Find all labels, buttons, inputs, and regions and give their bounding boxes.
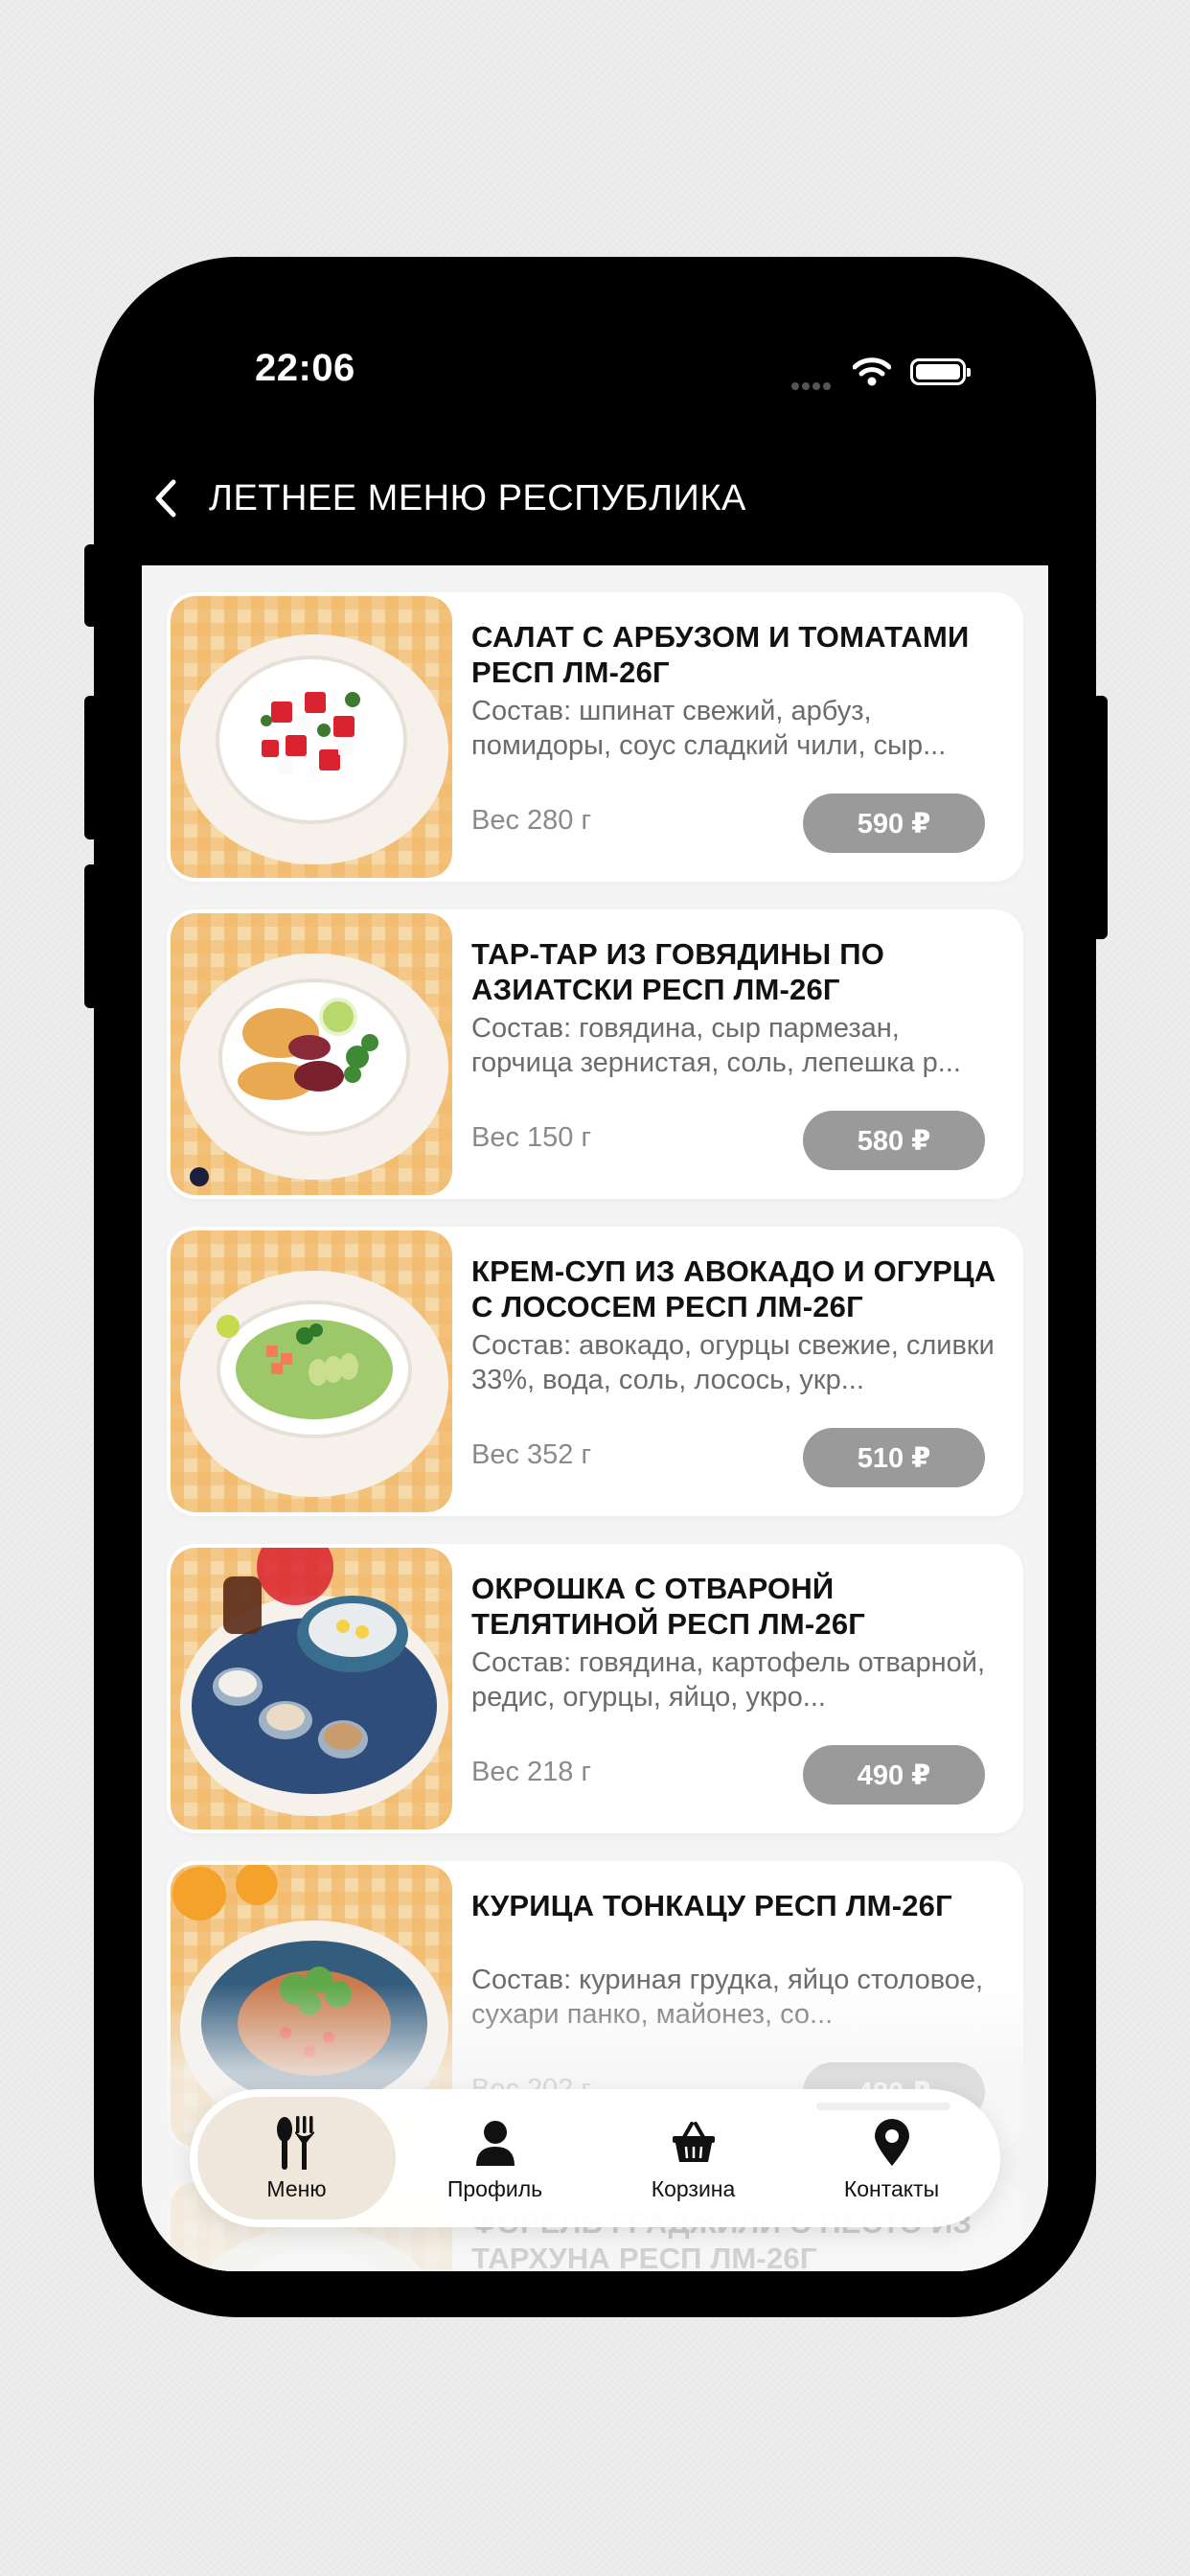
dish-description: Состав: говядина, картофель отварной, ре… — [471, 1647, 986, 1713]
menu-item-card[interactable]: САЛАТ С АРБУЗОМ И ТОМАТАМИ РЕСП ЛМ-26Г С… — [167, 592, 1023, 882]
price-button[interactable]: 490 ₽ — [803, 1745, 985, 1805]
person-icon — [474, 2115, 516, 2171]
signal-icon — [791, 378, 834, 395]
status-icons — [791, 353, 973, 391]
dish-weight: Вес 280 г — [471, 805, 592, 836]
price-button[interactable]: 510 ₽ — [803, 1428, 985, 1487]
menu-list: САЛАТ С АРБУЗОМ И ТОМАТАМИ РЕСП ЛМ-26Г С… — [167, 592, 1023, 2271]
dish-description: Состав: куриная грудка, яйцо столовое, с… — [471, 1965, 984, 2030]
tab-bar: Меню Профиль Корзина Контакты — [190, 2089, 1000, 2227]
dish-title: ОКРОШКА С ОТВАРОНЙ ТЕЛЯТИНОЙ РЕСП ЛМ-26Г — [471, 1572, 866, 1641]
tabbar-handle — [816, 2103, 950, 2110]
tab-label: Профиль — [446, 2175, 543, 2201]
dish-weight: Вес 150 г — [471, 1122, 592, 1153]
battery-icon — [910, 358, 971, 385]
dish-image — [171, 913, 452, 1195]
nav-header: ЛЕТНЕЕ МЕНЮ РЕСПУБЛИКА — [153, 470, 746, 527]
menu-item-card[interactable]: ОКРОШКА С ОТВАРОНЙ ТЕЛЯТИНОЙ РЕСП ЛМ-26Г… — [167, 1544, 1023, 1833]
dish-description: Состав: авокадо, огурцы свежие, сливки 3… — [471, 1330, 995, 1395]
dish-image — [171, 1548, 452, 1829]
back-chevron-icon[interactable] — [153, 476, 192, 520]
tab-profile[interactable]: Профиль — [396, 2097, 594, 2220]
dish-description: Состав: шпинат свежий, арбуз, помидоры, … — [471, 696, 947, 761]
tab-label: Контакты — [843, 2175, 940, 2201]
location-pin-icon — [873, 2115, 911, 2171]
dish-title: КУРИЦА ТОНКАЦУ РЕСП ЛМ-26Г — [471, 1889, 952, 1922]
dish-title: ТАР-ТАР ИЗ ГОВЯДИНЫ ПО АЗИАТСКИ РЕСП ЛМ-… — [471, 937, 885, 1006]
fork-knife-icon — [275, 2115, 319, 2171]
tab-contacts[interactable]: Контакты — [792, 2097, 991, 2220]
price-button[interactable]: 590 ₽ — [803, 794, 985, 853]
basket-icon — [671, 2115, 717, 2171]
wifi-icon — [853, 357, 891, 386]
price-button[interactable]: 580 ₽ — [803, 1111, 985, 1170]
dish-image — [171, 1230, 452, 1512]
dish-weight: Вес 218 г — [471, 1757, 592, 1787]
tab-cart[interactable]: Корзина — [594, 2097, 792, 2220]
dish-weight: Вес 352 г — [471, 1439, 592, 1470]
tab-menu[interactable]: Меню — [197, 2097, 396, 2220]
menu-item-card[interactable]: ТАР-ТАР ИЗ ГОВЯДИНЫ ПО АЗИАТСКИ РЕСП ЛМ-… — [167, 909, 1023, 1199]
menu-screen: САЛАТ С АРБУЗОМ И ТОМАТАМИ РЕСП ЛМ-26Г С… — [142, 565, 1048, 2271]
status-time: 22:06 — [255, 347, 355, 389]
menu-item-card[interactable]: КРЕМ-СУП ИЗ АВОКАДО И ОГУРЦА С ЛОСОСЕМ Р… — [167, 1227, 1023, 1516]
tab-label: Меню — [266, 2175, 327, 2201]
tab-label: Корзина — [651, 2175, 736, 2201]
dish-description: Состав: говядина, сыр пармезан, горчица … — [471, 1013, 961, 1078]
dish-title: САЛАТ С АРБУЗОМ И ТОМАТАМИ РЕСП ЛМ-26Г — [471, 620, 970, 689]
dish-title: КРЕМ-СУП ИЗ АВОКАДО И ОГУРЦА С ЛОСОСЕМ Р… — [471, 1254, 996, 1323]
dish-image — [171, 596, 452, 878]
page-title: ЛЕТНЕЕ МЕНЮ РЕСПУБЛИКА — [209, 477, 746, 518]
